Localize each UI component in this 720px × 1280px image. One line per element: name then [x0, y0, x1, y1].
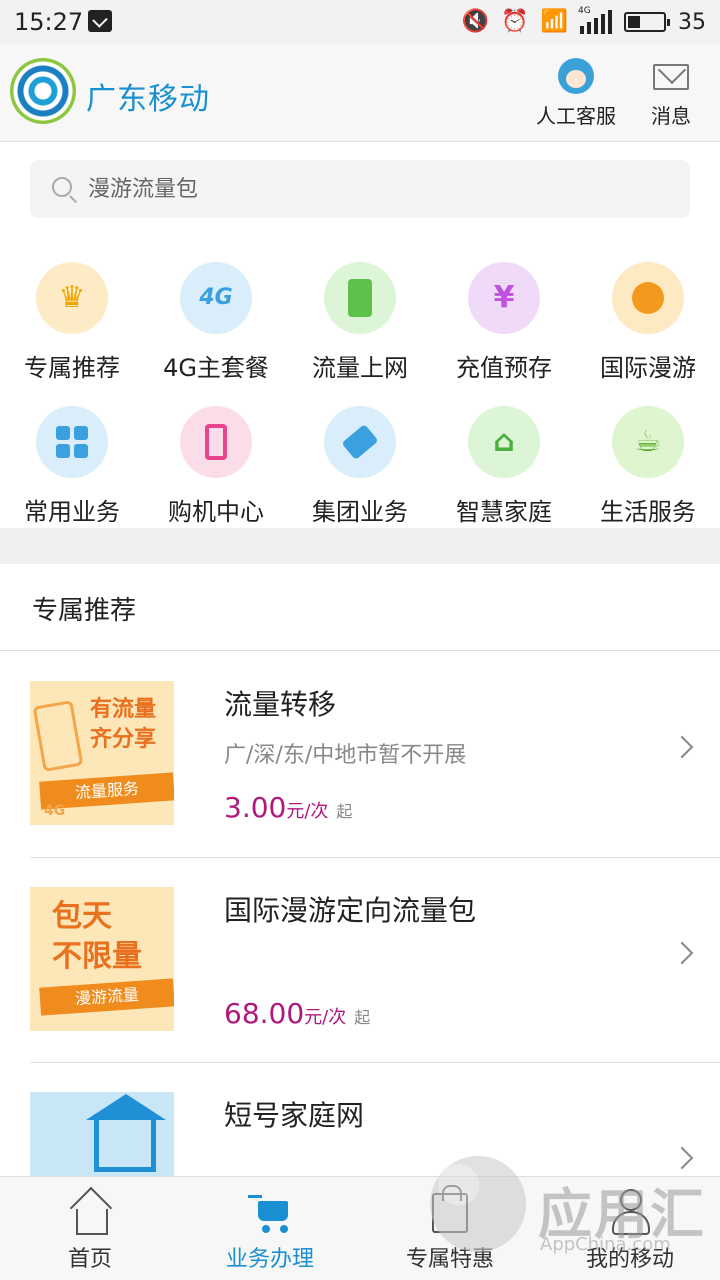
- mobile-icon: [180, 406, 252, 478]
- category-label: 智慧家庭: [456, 498, 552, 526]
- customer-service-icon: [558, 58, 594, 94]
- category-label: 生活服务: [600, 498, 696, 526]
- list-item-roaming-package[interactable]: 包天 不限量 漫游流量 国际漫游定向流量包 68.00元/次起: [0, 857, 720, 1062]
- tab-label: 首页: [67, 1247, 112, 1272]
- chevron-right-icon: [670, 941, 694, 965]
- category-data[interactable]: 流量上网: [288, 250, 432, 383]
- chevron-right-icon: [670, 735, 694, 759]
- category-smart-home[interactable]: ⌂ 智慧家庭: [432, 394, 576, 527]
- tab-home[interactable]: 首页: [0, 1177, 180, 1280]
- signal-icon: 4G: [578, 6, 612, 34]
- china-mobile-logo-icon: [10, 58, 76, 124]
- status-bar: 15:27 🔇 ⏰ 📶 4G 35: [0, 0, 720, 44]
- customer-service-button[interactable]: 人工客服: [534, 58, 618, 129]
- smart-home-icon: ⌂: [468, 406, 540, 478]
- list-item-data-transfer[interactable]: 有流量 齐分享 流量服务 4G 流量转移 广/深/东/中地市暂不开展 3.00元…: [0, 651, 720, 856]
- thumbnail-badge: 4G: [44, 803, 66, 819]
- house-illustration: [94, 1114, 156, 1172]
- category-label: 常用业务: [24, 498, 120, 526]
- item-price: 3.00元/次起: [224, 791, 352, 824]
- price-value: 68.00: [224, 997, 305, 1030]
- customer-service-label: 人工客服: [536, 104, 616, 128]
- item-title: 短号家庭网: [224, 1099, 365, 1132]
- category-exclusive[interactable]: ♛ 专属推荐: [0, 250, 144, 383]
- category-label: 4G主套餐: [163, 354, 269, 382]
- category-label: 购机中心: [168, 498, 264, 526]
- search-input[interactable]: [88, 160, 678, 218]
- mail-icon: [653, 64, 689, 90]
- bottom-tab-bar: 首页 业务办理 专属特惠 我的移动: [0, 1176, 720, 1280]
- category-roaming[interactable]: 国际漫游: [576, 250, 720, 383]
- cart-icon: [248, 1191, 292, 1235]
- coffee-icon: ☕: [612, 406, 684, 478]
- brand-title: 广东移动: [86, 82, 210, 117]
- search-icon: [52, 177, 72, 197]
- messages-button[interactable]: 消息: [646, 58, 696, 129]
- section-title: 专属推荐: [32, 596, 137, 626]
- item-thumbnail: 有流量 齐分享 流量服务 4G: [30, 681, 174, 825]
- section-divider: [0, 528, 720, 564]
- phone-data-icon: [324, 262, 396, 334]
- home-icon: [70, 1191, 110, 1235]
- thumbnail-headline: 包天 不限量: [52, 899, 142, 974]
- category-label: 流量上网: [312, 354, 408, 382]
- price-value: 3.00: [224, 791, 287, 824]
- grid-icon: [36, 406, 108, 478]
- network-type: 4G: [578, 6, 591, 16]
- price-suffix: 起: [336, 802, 353, 821]
- chevron-right-icon: [670, 1146, 694, 1170]
- price-unit: 元/次: [286, 801, 329, 822]
- item-thumbnail: 包天 不限量 漫游流量: [30, 887, 174, 1031]
- search-bar[interactable]: [30, 160, 690, 218]
- phone-illustration: [32, 700, 84, 772]
- battery-icon: [624, 12, 670, 32]
- tab-exclusive-offers[interactable]: 专属特惠: [360, 1177, 540, 1280]
- item-price: 68.00元/次起: [224, 997, 370, 1030]
- wifi-icon: 📶: [540, 9, 568, 34]
- category-recharge[interactable]: ¥ 充值预存: [432, 250, 576, 383]
- category-life-service[interactable]: ☕ 生活服务: [576, 394, 720, 527]
- category-enterprise[interactable]: 集团业务: [288, 394, 432, 527]
- status-time: 15:27: [14, 8, 84, 36]
- price-unit: 元/次: [304, 1007, 347, 1028]
- tab-label: 业务办理: [225, 1247, 314, 1272]
- messages-label: 消息: [651, 104, 691, 128]
- item-subtitle: 广/深/东/中地市暂不开展: [224, 743, 467, 768]
- category-label: 专属推荐: [24, 354, 120, 382]
- globe-icon: [612, 262, 684, 334]
- tab-my-mobile[interactable]: 我的移动: [540, 1177, 720, 1280]
- battery-level: 35: [678, 9, 706, 35]
- category-4g-plan[interactable]: 4G 4G主套餐: [144, 250, 288, 383]
- alarm-icon: ⏰: [501, 9, 529, 34]
- thumbnail-ribbon: 漫游流量: [39, 978, 174, 1016]
- yen-icon: ¥: [468, 262, 540, 334]
- category-label: 集团业务: [312, 498, 408, 526]
- tag-icon: [324, 406, 396, 478]
- sim-icon: [88, 10, 112, 32]
- category-phone-shop[interactable]: 购机中心: [144, 394, 288, 527]
- bag-icon: [432, 1185, 468, 1233]
- app-header: 广东移动 人工客服 消息: [0, 44, 720, 142]
- category-label: 国际漫游: [600, 354, 696, 382]
- category-common[interactable]: 常用业务: [0, 394, 144, 527]
- user-icon: [610, 1189, 650, 1235]
- price-suffix: 起: [354, 1008, 371, 1027]
- status-icons: 🔇 ⏰ 📶 4G 35: [462, 6, 706, 38]
- thumbnail-headline: 有流量 齐分享: [90, 697, 157, 752]
- crown-icon: ♛: [36, 262, 108, 334]
- 4g-icon: 4G: [180, 262, 252, 334]
- tab-label: 我的移动: [585, 1247, 674, 1272]
- mute-icon: 🔇: [461, 9, 490, 34]
- item-title: 流量转移: [224, 688, 337, 721]
- tab-label: 专属特惠: [405, 1247, 494, 1272]
- category-label: 充值预存: [456, 354, 552, 382]
- item-title: 国际漫游定向流量包: [224, 894, 477, 927]
- tab-business[interactable]: 业务办理: [180, 1177, 360, 1280]
